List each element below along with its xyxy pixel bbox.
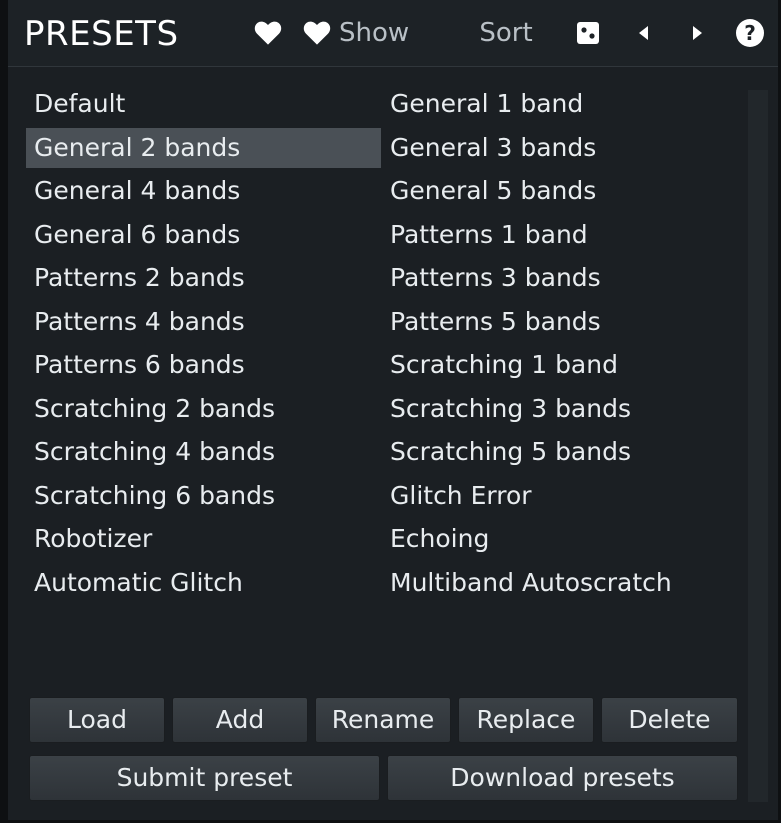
download-presets-button[interactable]: Download presets bbox=[387, 755, 738, 801]
preset-item[interactable]: General 1 band bbox=[382, 84, 737, 124]
previous-preset-button[interactable] bbox=[628, 0, 658, 66]
random-preset-button[interactable] bbox=[568, 0, 608, 66]
show-favorites-button[interactable]: Show bbox=[303, 0, 433, 66]
preset-item[interactable]: General 4 bands bbox=[26, 171, 381, 211]
next-icon bbox=[692, 25, 704, 41]
help-button[interactable]: ? bbox=[733, 0, 767, 66]
help-icon: ? bbox=[735, 18, 765, 48]
preset-list-scrollbar[interactable] bbox=[748, 90, 768, 802]
preset-item[interactable]: Scratching 1 band bbox=[382, 345, 737, 385]
sort-button[interactable]: Sort bbox=[466, 0, 546, 66]
next-preset-button[interactable] bbox=[683, 0, 713, 66]
preset-item[interactable]: Patterns 6 bands bbox=[26, 345, 381, 385]
preset-item[interactable]: Patterns 3 bands bbox=[382, 258, 737, 298]
preset-item[interactable]: Scratching 5 bands bbox=[382, 432, 737, 472]
preset-item[interactable]: Multiband Autoscratch bbox=[382, 563, 737, 603]
preset-item[interactable]: Scratching 2 bands bbox=[26, 389, 381, 429]
preset-item[interactable]: Patterns 4 bands bbox=[26, 302, 381, 342]
submit-preset-button[interactable]: Submit preset bbox=[29, 755, 380, 801]
rename-button[interactable]: Rename bbox=[315, 697, 451, 743]
replace-button[interactable]: Replace bbox=[458, 697, 594, 743]
preset-item[interactable]: Echoing bbox=[382, 519, 737, 559]
svg-text:?: ? bbox=[744, 21, 756, 45]
show-label: Show bbox=[339, 18, 410, 48]
delete-button[interactable]: Delete bbox=[601, 697, 738, 743]
page-title: PRESETS bbox=[24, 14, 179, 54]
previous-icon bbox=[637, 25, 649, 41]
preset-item[interactable]: Default bbox=[26, 84, 381, 124]
preset-item[interactable]: Scratching 6 bands bbox=[26, 476, 381, 516]
add-button[interactable]: Add bbox=[172, 697, 308, 743]
presets-header: PRESETS Show Sort ? bbox=[8, 0, 778, 67]
preset-item[interactable]: General 5 bands bbox=[382, 171, 737, 211]
preset-list: Default General 2 bands General 4 bands … bbox=[26, 84, 741, 684]
preset-item[interactable]: Patterns 5 bands bbox=[382, 302, 737, 342]
sort-label: Sort bbox=[479, 18, 533, 48]
load-button[interactable]: Load bbox=[29, 697, 165, 743]
presets-panel: PRESETS Show Sort ? Default General 2 ba… bbox=[8, 0, 778, 820]
heart-icon bbox=[254, 20, 282, 46]
heart-show-icon bbox=[303, 20, 331, 46]
preset-item-selected[interactable]: General 2 bands bbox=[26, 128, 381, 168]
favorite-button[interactable] bbox=[248, 0, 288, 66]
preset-item[interactable]: Glitch Error bbox=[382, 476, 737, 516]
preset-item[interactable]: Scratching 3 bands bbox=[382, 389, 737, 429]
preset-item[interactable]: General 6 bands bbox=[26, 215, 381, 255]
preset-item[interactable]: Automatic Glitch bbox=[26, 563, 381, 603]
preset-item[interactable]: General 3 bands bbox=[382, 128, 737, 168]
dice-icon bbox=[576, 21, 600, 45]
preset-item[interactable]: Scratching 4 bands bbox=[26, 432, 381, 472]
preset-item[interactable]: Patterns 1 band bbox=[382, 215, 737, 255]
preset-item[interactable]: Patterns 2 bands bbox=[26, 258, 381, 298]
preset-item[interactable]: Robotizer bbox=[26, 519, 381, 559]
